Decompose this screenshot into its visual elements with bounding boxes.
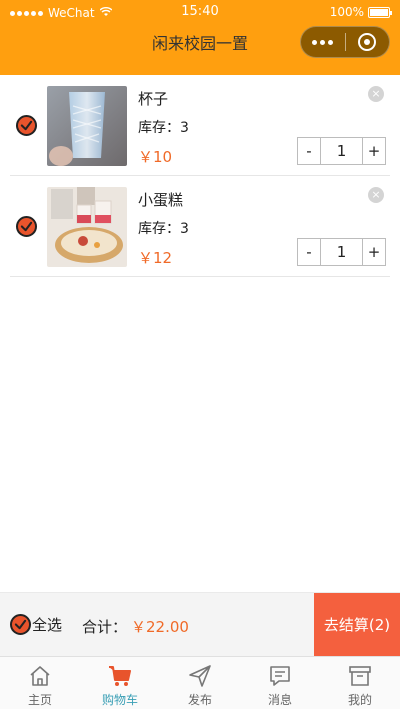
send-icon [189, 665, 211, 687]
tab-cart[interactable]: 购物车 [80, 657, 160, 709]
item-checkbox[interactable] [16, 216, 37, 237]
quantity-input[interactable]: 1 [320, 239, 363, 265]
target-icon [358, 33, 377, 51]
message-icon [270, 666, 290, 686]
select-all-toggle[interactable]: 全选 [10, 614, 62, 635]
checkout-button[interactable]: 去结算(2) [314, 593, 400, 657]
total-label: 合计： [82, 618, 128, 636]
tab-label: 发布 [187, 693, 212, 707]
checkout-bar: 全选 合计： ￥22.00 去结算(2) [0, 592, 400, 657]
stock-label: 库存： [138, 221, 180, 237]
status-bar: WeChat 15:40 100% [0, 0, 400, 24]
increase-quantity-button[interactable]: + [363, 239, 385, 265]
total-price: 合计： ￥22.00 [82, 616, 189, 637]
checkmark-icon [14, 619, 27, 630]
quantity-stepper: - 1 + [297, 238, 386, 266]
product-price: ￥10 [138, 148, 173, 166]
cart-item: 杯子 库存：3 ￥10 × - 1 + [10, 75, 390, 176]
top-bar: WeChat 15:40 100% 闲来校园一置 [0, 0, 400, 75]
decrease-quantity-button[interactable]: - [298, 239, 320, 265]
remove-item-button[interactable]: × [368, 187, 384, 203]
archive-icon [349, 666, 371, 686]
tab-publish[interactable]: 发布 [160, 657, 240, 709]
product-stock: 库存：3 [138, 117, 189, 137]
product-name[interactable]: 小蛋糕 [138, 189, 183, 210]
checkmark-icon [20, 221, 33, 232]
product-image[interactable] [47, 187, 127, 267]
miniprogram-capsule [300, 26, 390, 58]
tab-label: 主页 [27, 693, 52, 707]
tab-label: 我的 [347, 693, 372, 707]
item-checkbox[interactable] [16, 115, 37, 136]
total-amount: ￥22.00 [131, 618, 189, 636]
product-name[interactable]: 杯子 [138, 88, 168, 109]
tab-messages[interactable]: 消息 [240, 657, 320, 709]
close-miniprogram-button[interactable] [345, 33, 389, 51]
checkmark-icon [20, 120, 33, 131]
tab-label: 消息 [267, 693, 292, 707]
battery-percent: 100% [329, 5, 364, 19]
more-menu-icon[interactable] [301, 39, 345, 45]
quantity-input[interactable]: 1 [320, 138, 363, 164]
tab-mine[interactable]: 我的 [320, 657, 400, 709]
tab-label: 购物车 [101, 693, 138, 707]
battery-fill [370, 8, 388, 16]
remove-item-button[interactable]: × [368, 86, 384, 102]
cart-list: 杯子 库存：3 ￥10 × - 1 + 小蛋糕 库存：3 ￥12 × - 1 + [0, 75, 400, 277]
increase-quantity-button[interactable]: + [363, 138, 385, 164]
tab-home[interactable]: 主页 [0, 657, 80, 709]
tab-bar: 主页 购物车 发布 消息 我的 [0, 656, 400, 709]
battery-indicator: 100% [329, 5, 392, 19]
select-all-label: 全选 [32, 616, 63, 634]
product-stock: 库存：3 [138, 218, 189, 238]
stock-value: 3 [180, 221, 189, 237]
stock-value: 3 [180, 120, 189, 136]
product-price: ￥12 [138, 249, 173, 267]
cart-icon [109, 666, 131, 686]
product-image[interactable] [47, 86, 127, 166]
select-all-checkbox[interactable] [10, 614, 31, 635]
cart-item: 小蛋糕 库存：3 ￥12 × - 1 + [10, 176, 390, 277]
home-icon [30, 666, 50, 686]
decrease-quantity-button[interactable]: - [298, 138, 320, 164]
stock-label: 库存： [138, 120, 180, 136]
quantity-stepper: - 1 + [297, 137, 386, 165]
battery-icon [368, 6, 392, 18]
